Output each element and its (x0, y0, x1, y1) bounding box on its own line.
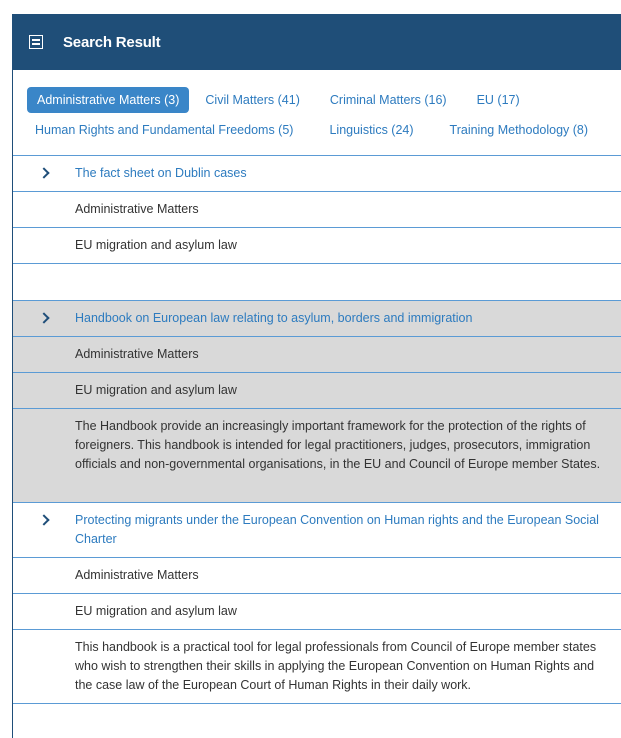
result-title-link[interactable]: Protecting migrants under the European C… (75, 511, 611, 549)
search-result-panel: Search Result Administrative Matters (3)… (12, 14, 621, 738)
tab-training-methodology[interactable]: Training Methodology (8) (440, 117, 599, 143)
result-subcategory-row: EU migration and asylum law (13, 594, 621, 630)
tab-civil-matters[interactable]: Civil Matters (41) (195, 87, 309, 113)
result-description-row: This handbook is a practical tool for le… (13, 630, 621, 703)
result-category: Administrative Matters (75, 568, 199, 582)
panel-header: Search Result (13, 14, 621, 70)
tab-linguistics[interactable]: Linguistics (24) (319, 117, 423, 143)
result-item: Handbook on European law relating to asy… (13, 301, 621, 503)
result-subcategory: EU migration and asylum law (75, 383, 237, 397)
result-title-link[interactable]: Handbook on European law relating to asy… (75, 309, 611, 328)
chevron-right-icon[interactable] (38, 514, 50, 526)
result-category-row: Administrative Matters (13, 337, 621, 373)
result-subcategory: EU migration and asylum law (75, 238, 237, 252)
result-subcategory-row: EU migration and asylum law (13, 373, 621, 409)
chevron-right-icon[interactable] (38, 312, 50, 324)
result-description-row: The Handbook provide an increasingly imp… (13, 409, 621, 502)
result-item: The fact sheet on Dublin cases Administr… (13, 156, 621, 264)
result-title-row[interactable]: The fact sheet on Dublin cases (13, 156, 621, 192)
result-description: The Handbook provide an increasingly imp… (75, 419, 601, 471)
result-spacer (13, 264, 621, 301)
result-category-row: Administrative Matters (13, 192, 621, 228)
result-subcategory: EU migration and asylum law (75, 604, 237, 618)
tab-eu[interactable]: EU (17) (467, 87, 530, 113)
tabs-row-2: Human Rights and Fundamental Freedoms (5… (25, 117, 609, 143)
result-subcategory-row: EU migration and asylum law (13, 228, 621, 263)
result-description: This handbook is a practical tool for le… (75, 640, 597, 692)
result-category: Administrative Matters (75, 202, 199, 216)
result-title-row[interactable]: Handbook on European law relating to asy… (13, 301, 621, 337)
tab-human-rights[interactable]: Human Rights and Fundamental Freedoms (5… (25, 117, 303, 143)
result-title-link[interactable]: The fact sheet on Dublin cases (75, 164, 611, 183)
category-tabs: Administrative Matters (3) Civil Matters… (13, 70, 621, 155)
result-item: Protecting migrants under the European C… (13, 503, 621, 704)
chevron-right-icon[interactable] (38, 167, 50, 179)
panel-title: Search Result (63, 33, 161, 51)
tab-criminal-matters[interactable]: Criminal Matters (16) (320, 87, 457, 113)
tab-administrative-matters[interactable]: Administrative Matters (3) (27, 87, 190, 113)
result-category-row: Administrative Matters (13, 558, 621, 594)
list-icon (29, 35, 43, 49)
result-title-row[interactable]: Protecting migrants under the European C… (13, 503, 621, 558)
results-list: The fact sheet on Dublin cases Administr… (13, 155, 621, 704)
result-category: Administrative Matters (75, 347, 199, 361)
